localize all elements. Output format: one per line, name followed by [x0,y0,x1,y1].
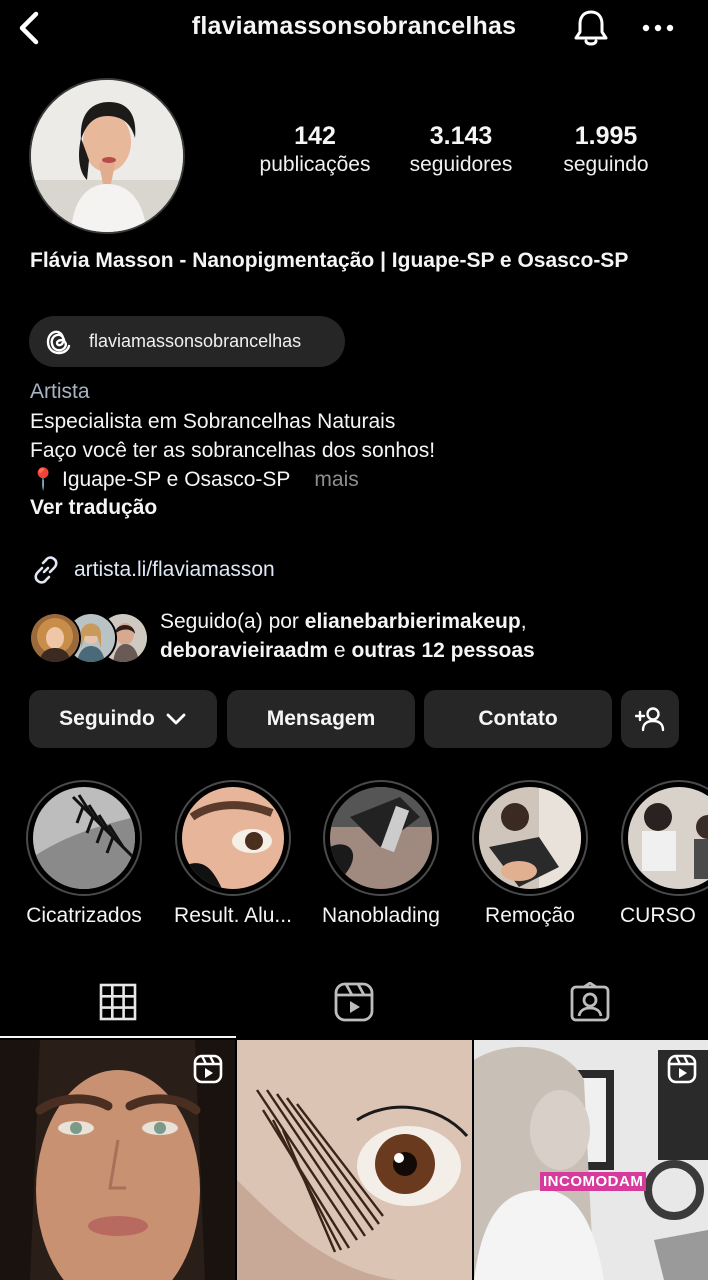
chevron-down-icon [166,713,186,725]
reels-badge-icon [667,1054,697,1084]
highlight-label: CURSO [620,904,696,927]
post-thumbnail[interactable] [237,1040,472,1280]
followed-by-prefix: Seguido(a) por [160,610,305,633]
followers-label: seguidores [409,153,513,176]
highlight-curso[interactable]: CURSO [620,780,708,927]
highlight-label: Remoção [485,904,575,927]
reels-icon [334,982,374,1022]
top-bar: flaviamassonsobrancelhas [0,0,708,56]
bio-more-link[interactable]: mais [314,468,358,491]
threads-handle: flaviamassonsobrancelhas [89,331,302,351]
posts-count: 142 [294,122,336,150]
highlight-nanoblading[interactable]: Nanoblading [322,780,440,927]
profile-link[interactable]: artista.li/flaviamasson [30,554,275,586]
message-button[interactable]: Mensagem [227,690,415,748]
link-icon [34,556,58,584]
threads-badge-button[interactable]: flaviamassonsobrancelhas [29,316,345,367]
highlight-cover-ring [26,780,142,896]
bio-line-2: Faço você ter as sobrancelhas dos sonhos… [30,439,436,462]
following-button-label: Seguindo [59,707,155,730]
post-thumbnail[interactable] [0,1040,235,1280]
posts-grid: INCOMODAM [0,1040,708,1280]
highlight-label: Result. Alu... [174,904,292,927]
highlight-cover [330,787,432,889]
more-horizontal-icon [642,24,674,32]
highlight-cover-ring [175,780,291,896]
followed-by-separator: , [520,610,527,633]
grid-icon [99,983,137,1021]
post-overlay-text: INCOMODAM [540,1172,647,1191]
following-label: seguindo [563,153,649,176]
highlight-cover-ring [621,780,708,896]
followed-by-others[interactable]: outras 12 pessoas [351,639,534,662]
tab-tagged[interactable] [472,966,708,1038]
highlight-cover-ring [323,780,439,896]
followed-by-user-2[interactable]: deboravieiraadm [160,639,328,662]
highlight-result-alunas[interactable]: Result. Alu... [174,780,292,927]
tab-reels[interactable] [236,966,472,1038]
highlight-label: Nanoblading [322,904,440,927]
contact-button-label: Contato [478,707,558,730]
bio-line-1: Especialista em Sobrancelhas Naturais [30,410,396,433]
more-options-button[interactable] [636,8,680,48]
posts-label: publicações [259,153,371,176]
highlight-cover [628,787,708,889]
following-button[interactable]: Seguindo [29,690,217,748]
bio-location-text: 📍 Iguape-SP e Osasco-SP [30,468,291,491]
profile-avatar[interactable] [29,78,185,234]
followed-by-conjunction: e [328,639,352,662]
highlight-cicatrizados[interactable]: Cicatrizados [25,780,143,927]
mutual-followers-avatars[interactable] [29,612,149,664]
profile-link-url: artista.li/flaviamasson [74,558,275,581]
mutual-avatar-1 [29,612,81,664]
active-tab-indicator [0,1036,236,1038]
contact-button[interactable]: Contato [424,690,612,748]
tab-posts-grid[interactable] [0,966,236,1038]
highlight-cover [479,787,581,889]
followed-by-user-1[interactable]: elianebarbierimakeup [305,610,521,633]
following-count: 1.995 [574,122,638,150]
highlight-cover [33,787,135,889]
message-button-label: Mensagem [266,707,376,730]
notifications-button[interactable] [568,6,614,50]
threads-icon [46,330,71,354]
highlight-cover-ring [472,780,588,896]
suggest-people-button[interactable] [621,690,679,748]
tagged-icon [570,982,610,1022]
followed-by-text[interactable]: Seguido(a) por elianebarbierimakeup, deb… [160,607,690,665]
bell-icon [574,10,608,46]
post-thumbnail[interactable]: INCOMODAM [474,1040,708,1280]
highlight-label: Cicatrizados [26,904,142,927]
highlight-remocao[interactable]: Remoção [471,780,589,927]
profile-tabs [0,966,708,1040]
followers-count: 3.143 [429,122,493,150]
highlight-cover [182,787,284,889]
see-translation-link[interactable]: Ver tradução [30,496,157,520]
stat-followers[interactable]: 3.143 seguidores [386,120,536,178]
bio-line-3: 📍 Iguape-SP e Osasco-SP mais [30,466,359,494]
reels-badge-icon [193,1054,223,1084]
stat-following[interactable]: 1.995 seguindo [531,120,681,178]
profile-category: Artista [30,380,90,403]
add-person-icon [635,707,665,732]
stat-posts[interactable]: 142 publicações [240,120,390,178]
profile-full-name: Flávia Masson - Nanopigmentação | Iguape… [30,249,629,272]
